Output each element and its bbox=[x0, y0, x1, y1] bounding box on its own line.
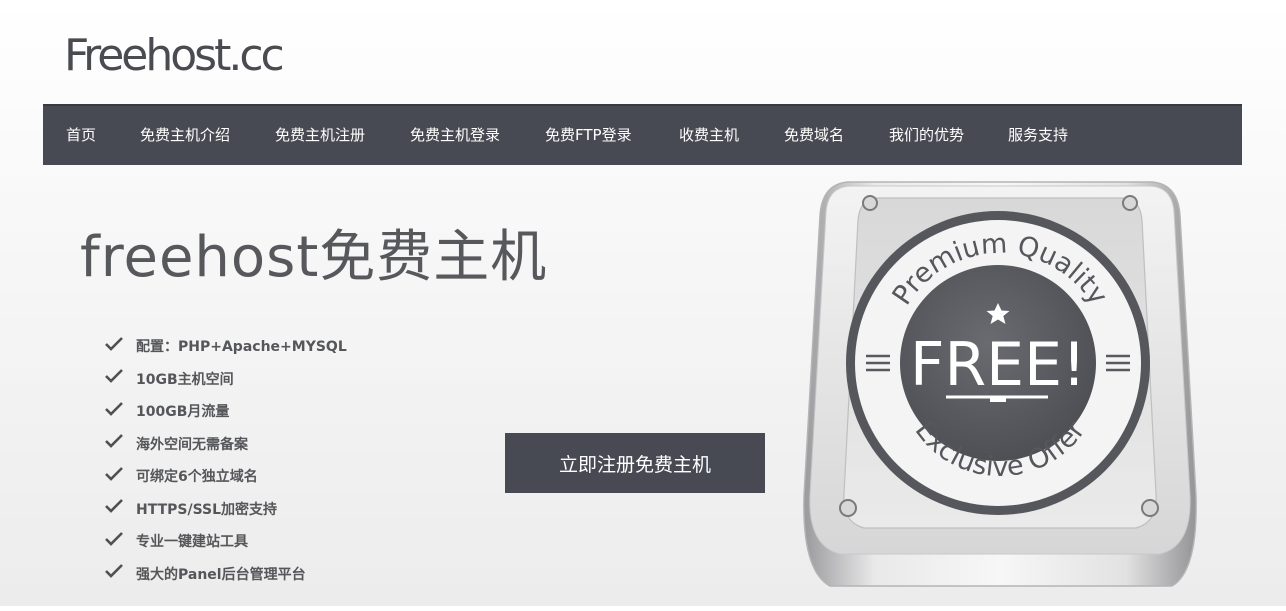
nav-item-support[interactable]: 服务支持 bbox=[1008, 106, 1068, 165]
feature-item: HTTPS/SSL加密支持 bbox=[104, 493, 347, 526]
check-icon bbox=[104, 466, 136, 487]
feature-text: HTTPS/SSL加密支持 bbox=[136, 501, 278, 518]
feature-item: 海外空间无需备案 bbox=[104, 428, 347, 461]
nav-item-our-advantages[interactable]: 我们的优势 bbox=[889, 106, 964, 165]
feature-text: 强大的Panel后台管理平台 bbox=[136, 566, 306, 583]
feature-text: 10GB主机空间 bbox=[136, 371, 234, 388]
nav-item-free-host-intro[interactable]: 免费主机介绍 bbox=[140, 106, 230, 165]
feature-item: 强大的Panel后台管理平台 bbox=[104, 558, 347, 591]
nav-item-free-host-register[interactable]: 免费主机注册 bbox=[275, 106, 365, 165]
check-icon bbox=[104, 336, 136, 357]
free-hard-drive-illustration: Premium Quality FREE! Exclusive Offer bbox=[800, 176, 1200, 606]
main-nav: 首页 免费主机介绍 免费主机注册 免费主机登录 免费FTP登录 收费主机 免费域… bbox=[43, 104, 1242, 165]
feature-item: 专业一键建站工具 bbox=[104, 525, 347, 558]
check-icon bbox=[104, 401, 136, 422]
nav-item-paid-host[interactable]: 收费主机 bbox=[679, 106, 739, 165]
nav-item-free-ftp-login[interactable]: 免费FTP登录 bbox=[545, 106, 632, 165]
feature-item: 100GB月流量 bbox=[104, 395, 347, 428]
feature-item: 10GB主机空间 bbox=[104, 363, 347, 396]
feature-text: 配置：PHP+Apache+MYSQL bbox=[136, 339, 347, 356]
nav-item-free-host-login[interactable]: 免费主机登录 bbox=[410, 106, 500, 165]
nav-item-home[interactable]: 首页 bbox=[66, 106, 96, 165]
hero-title: freehost免费主机 bbox=[80, 225, 548, 290]
check-icon bbox=[104, 563, 136, 584]
check-icon bbox=[104, 498, 136, 519]
feature-list: 配置：PHP+Apache+MYSQL 10GB主机空间 100GB月流量 海外… bbox=[104, 330, 347, 590]
register-free-host-button[interactable]: 立即注册免费主机 bbox=[505, 433, 765, 493]
check-icon bbox=[104, 368, 136, 389]
nav-item-free-domain[interactable]: 免费域名 bbox=[784, 106, 844, 165]
feature-text: 100GB月流量 bbox=[136, 404, 230, 421]
feature-item: 可绑定6个独立域名 bbox=[104, 460, 347, 493]
feature-item: 配置：PHP+Apache+MYSQL bbox=[104, 330, 347, 363]
badge-center-text: FREE! bbox=[910, 330, 1086, 400]
feature-text: 可绑定6个独立域名 bbox=[136, 469, 258, 486]
check-icon bbox=[104, 433, 136, 454]
site-logo[interactable]: Freehost.cc bbox=[64, 30, 285, 81]
feature-text: 专业一键建站工具 bbox=[136, 534, 248, 551]
feature-text: 海外空间无需备案 bbox=[136, 436, 248, 453]
check-icon bbox=[104, 531, 136, 552]
